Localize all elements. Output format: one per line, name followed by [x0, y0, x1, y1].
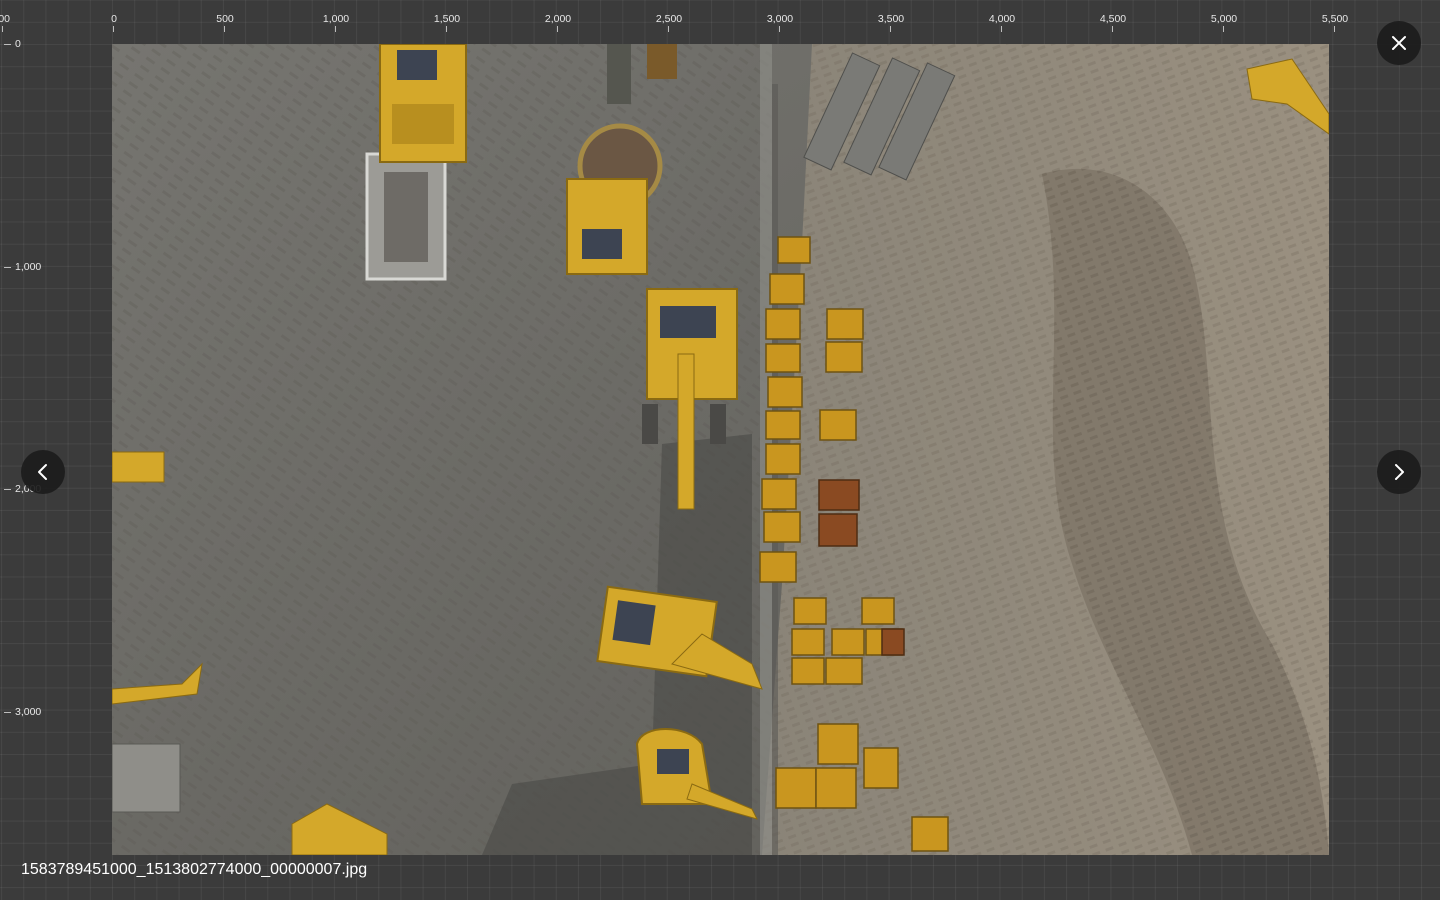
close-icon — [1392, 36, 1406, 50]
chevron-right-icon — [1395, 464, 1404, 480]
ruler-left: 0 1,000 2,000 3,000 — [4, 38, 42, 718]
image-viewer: 00 0 500 1,000 1,500 2,000 2,500 3,000 3… — [0, 0, 1440, 900]
chevron-left-icon — [38, 464, 47, 480]
aerial-construction-photo — [112, 44, 1329, 855]
previous-image-button[interactable] — [21, 450, 65, 494]
close-button[interactable] — [1377, 21, 1421, 65]
ruler-top: 00 0 500 1,000 1,500 2,000 2,500 3,000 3… — [0, 13, 1349, 32]
next-image-button[interactable] — [1377, 450, 1421, 494]
image-filename: 1583789451000_1513802774000_00000007.jpg — [21, 861, 368, 878]
